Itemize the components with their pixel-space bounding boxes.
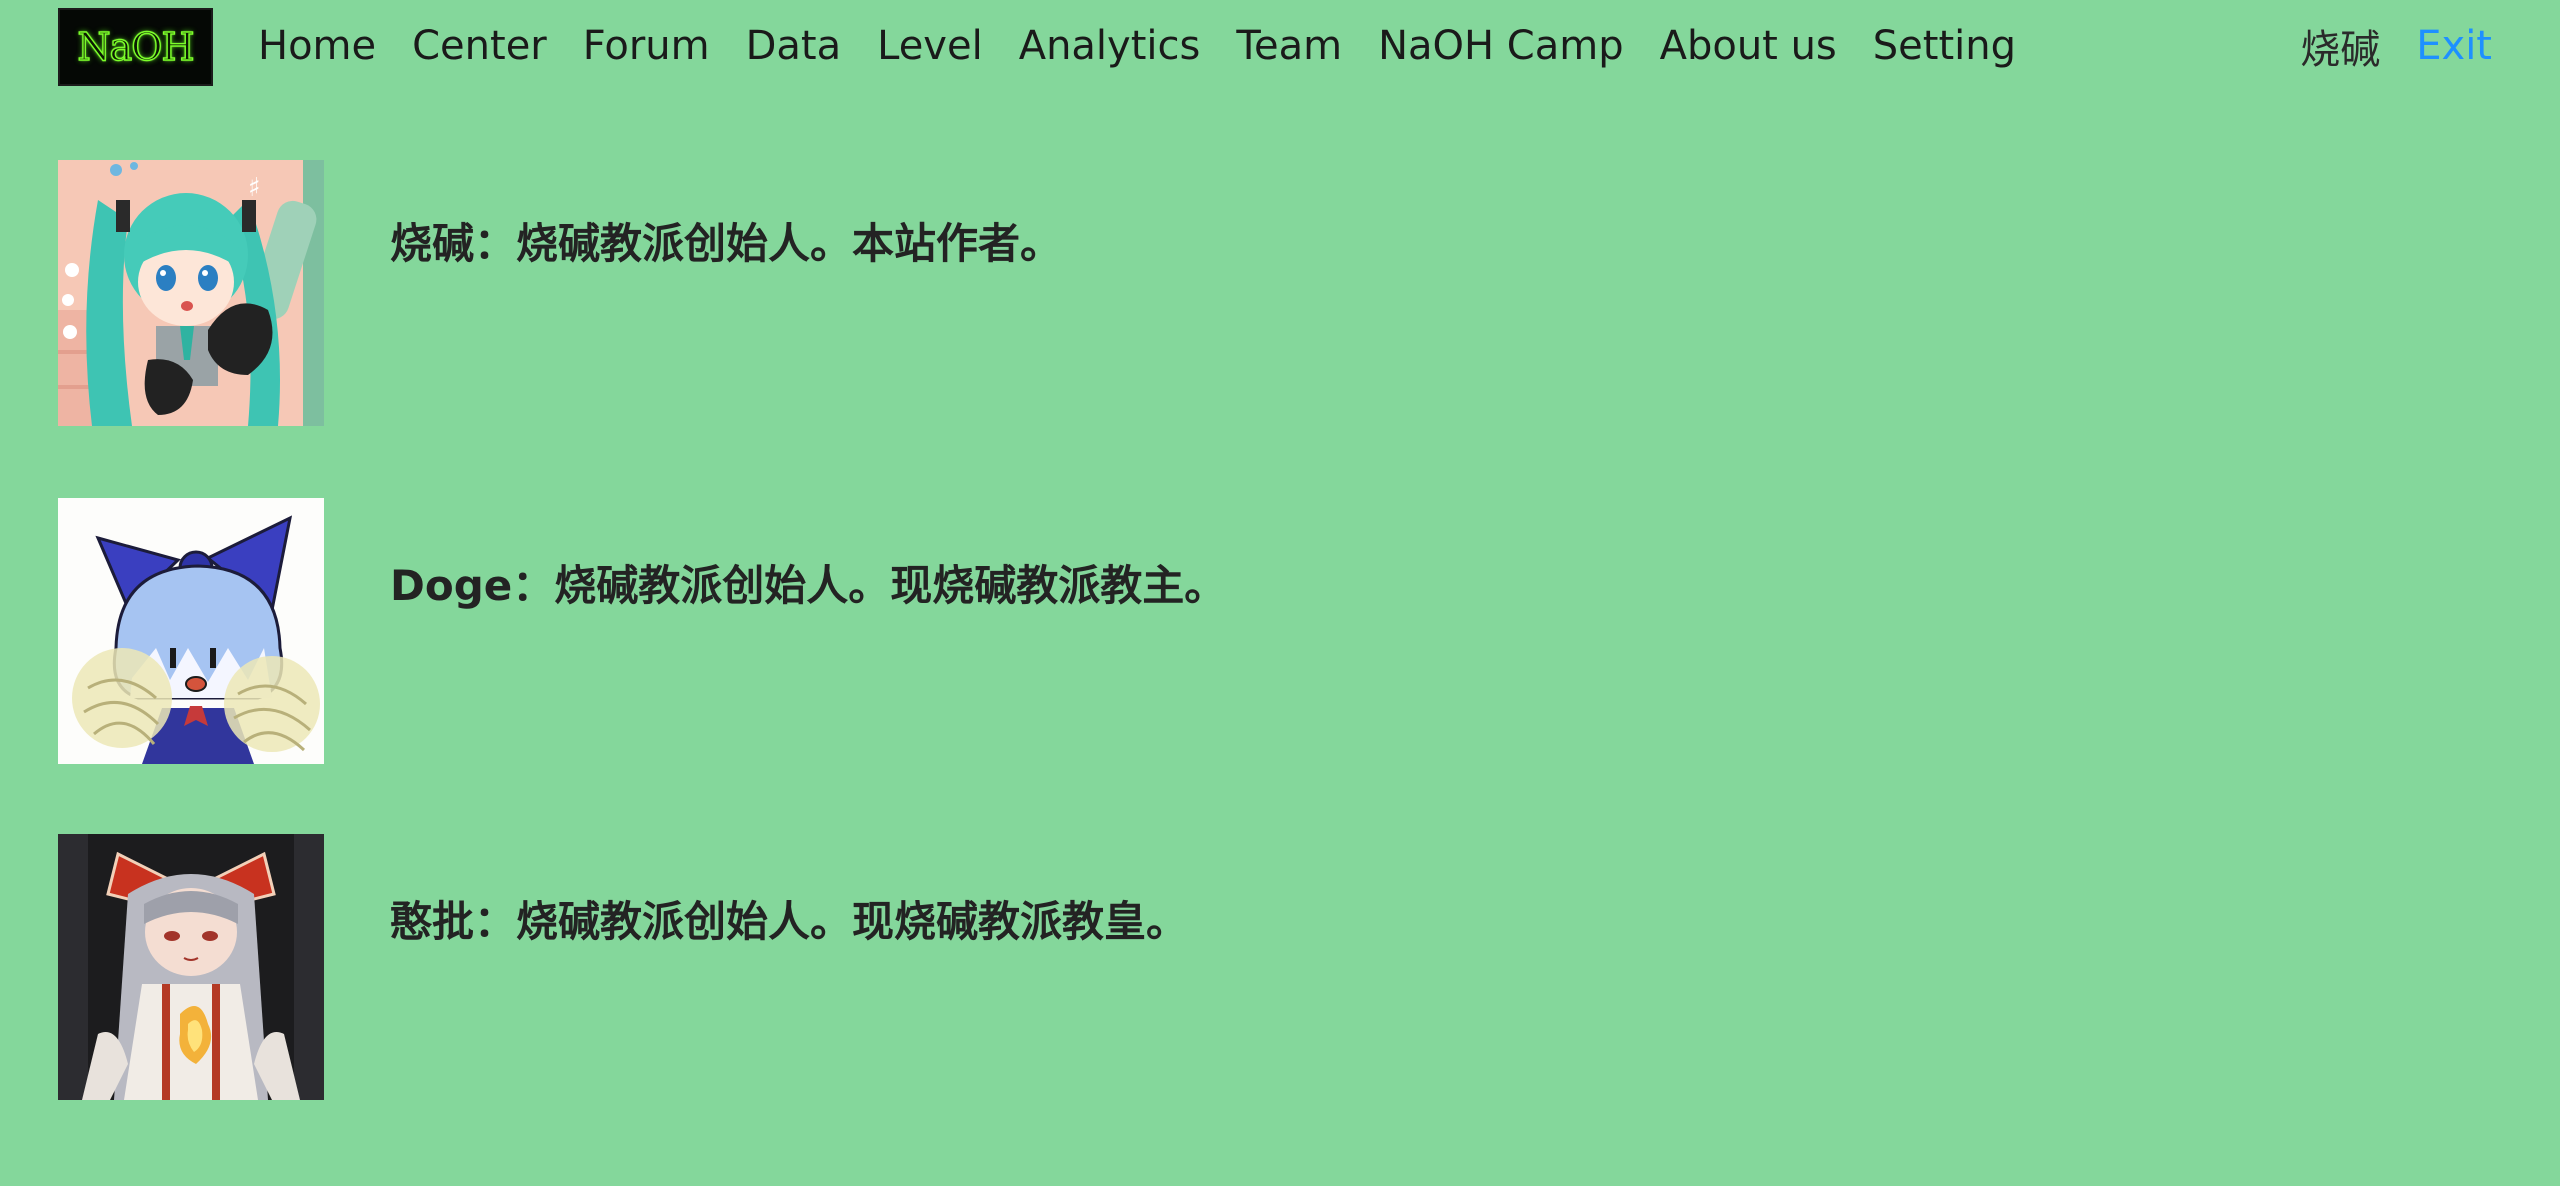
site-logo[interactable]: NaOH [58, 8, 213, 86]
member-avatar [58, 498, 324, 764]
exit-link[interactable]: Exit [2416, 23, 2492, 69]
nav-item-home[interactable]: Home [258, 23, 376, 69]
current-user-name[interactable]: 烧碱 [2300, 17, 2380, 75]
main-nav: Home Center Forum Data Level Analytics T… [258, 16, 2016, 76]
logo-text: NaOH [77, 24, 196, 69]
member-card: ♯ 烧碱：烧碱教派创始人。本站作者。 [58, 160, 1062, 426]
nav-item-data[interactable]: Data [746, 23, 842, 69]
member-description: Doge：烧碱教派创始人。现烧碱教派教主。 [390, 561, 1227, 610]
avatar-image-blue-bow [58, 498, 324, 764]
user-area: 烧碱 Exit [2300, 16, 2492, 76]
member-avatar [58, 834, 324, 1100]
avatar-image-teal-hair: ♯ [58, 160, 324, 426]
top-navbar: NaOH Home Center Forum Data Level Analyt… [0, 0, 2560, 92]
avatar-image-white-hair [58, 834, 324, 1100]
svg-text:♯: ♯ [248, 173, 261, 203]
nav-item-level[interactable]: Level [877, 23, 983, 69]
nav-item-forum[interactable]: Forum [583, 23, 710, 69]
nav-item-setting[interactable]: Setting [1873, 23, 2016, 69]
member-card: Doge：烧碱教派创始人。现烧碱教派教主。 [58, 498, 1226, 764]
nav-item-center[interactable]: Center [412, 23, 547, 69]
nav-item-analytics[interactable]: Analytics [1019, 23, 1201, 69]
member-description: 烧碱：烧碱教派创始人。本站作者。 [390, 219, 1063, 268]
nav-item-team[interactable]: Team [1236, 23, 1342, 69]
member-description: 憨批：烧碱教派创始人。现烧碱教派教皇。 [390, 897, 1189, 946]
nav-item-about-us[interactable]: About us [1660, 23, 1837, 69]
member-card: 憨批：烧碱教派创始人。现烧碱教派教皇。 [58, 834, 1188, 1100]
member-avatar: ♯ [58, 160, 324, 426]
nav-item-naoh-camp[interactable]: NaOH Camp [1378, 23, 1624, 69]
